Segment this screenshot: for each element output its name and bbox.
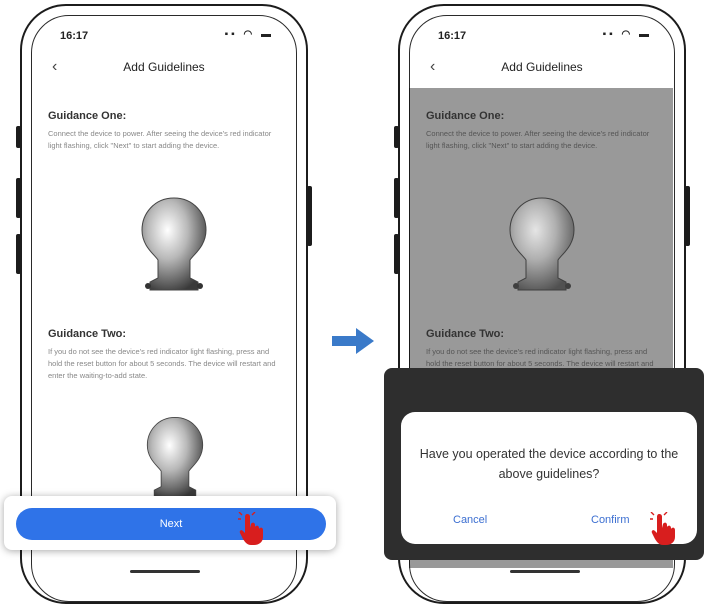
back-icon[interactable]: ‹ (52, 58, 57, 76)
next-button-panel: Next (4, 496, 336, 550)
status-bar: 16:17 ▪▪ ◠ ▬ (60, 29, 274, 44)
device-image (509, 197, 575, 291)
guidance-one: Guidance One: Connect the device to powe… (426, 110, 662, 152)
home-indicator (510, 570, 580, 573)
guidance-one-text: Connect the device to power. After seein… (426, 129, 650, 150)
guidance-two-title: Guidance Two: (48, 328, 127, 340)
device-image (141, 197, 207, 291)
page-title: Add Guidelines (501, 60, 583, 74)
status-icons: ▪▪ ◠ ▬ (225, 29, 274, 40)
nav-bar: ‹ Add Guidelines (398, 58, 686, 80)
flow-arrow-icon (332, 328, 374, 354)
guidance-two: Guidance Two: If you do not see the devi… (48, 328, 284, 382)
status-time: 16:17 (438, 30, 467, 42)
back-icon[interactable]: ‹ (430, 58, 435, 76)
confirm-button[interactable]: Confirm (591, 514, 630, 526)
device-image-partial (146, 417, 204, 498)
status-time: 16:17 (60, 30, 89, 42)
signal-icon: ▪▪ (602, 29, 616, 40)
nav-bar: ‹ Add Guidelines (20, 58, 308, 80)
cancel-button[interactable]: Cancel (453, 514, 487, 526)
battery-icon: ▬ (639, 29, 652, 40)
dialog-message: Have you operated the device according t… (419, 447, 679, 481)
home-indicator (130, 570, 200, 573)
guidance-one-title: Guidance One: (48, 110, 127, 122)
guidance-two-text: If you do not see the device's red indic… (48, 347, 276, 380)
guidance-two-title: Guidance Two: (426, 328, 505, 340)
guidance-one-title: Guidance One: (426, 110, 505, 122)
battery-icon: ▬ (261, 29, 274, 40)
screen-left-content: 16:17 ▪▪ ◠ ▬ ‹ Add Guidelines Guidance O… (20, 4, 308, 580)
wifi-icon: ◠ (621, 29, 634, 40)
pointer-hand-icon (238, 512, 263, 545)
wifi-icon: ◠ (243, 29, 256, 40)
next-button[interactable]: Next (16, 508, 326, 540)
pointer-hand-icon (650, 512, 675, 545)
status-icons: ▪▪ ◠ ▬ (603, 29, 652, 40)
status-bar: 16:17 ▪▪ ◠ ▬ (438, 29, 652, 44)
page-title: Add Guidelines (123, 60, 205, 74)
guidance-one: Guidance One: Connect the device to powe… (48, 110, 284, 152)
guidance-one-text: Connect the device to power. After seein… (48, 129, 272, 150)
signal-icon: ▪▪ (224, 29, 238, 40)
